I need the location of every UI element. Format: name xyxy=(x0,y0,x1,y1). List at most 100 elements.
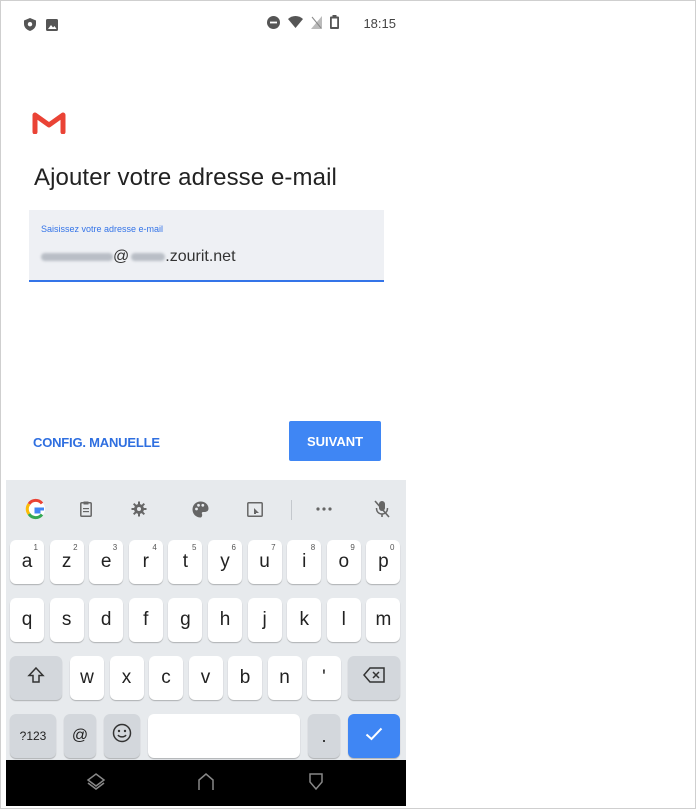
screen-icon[interactable] xyxy=(241,497,269,521)
google-icon[interactable] xyxy=(22,497,50,521)
key-o[interactable]: o9 xyxy=(326,540,361,584)
key-u[interactable]: u7 xyxy=(247,540,282,584)
enter-key[interactable] xyxy=(348,714,400,758)
key-w[interactable]: w xyxy=(70,656,104,700)
key-j[interactable]: j xyxy=(247,598,282,642)
key-label: y xyxy=(220,551,230,572)
space-key[interactable] xyxy=(148,714,300,758)
soft-keyboard: a 1 z 2 e 3 r 4 t 5 y 6 u 7 i 8 o 9 p 0 q s d f g h j k l m w x c v b n ' ?1… xyxy=(6,480,406,760)
gmail-logo xyxy=(32,110,66,139)
image-icon xyxy=(46,18,58,36)
key-y[interactable]: y6 xyxy=(208,540,242,584)
gear-icon[interactable] xyxy=(125,497,153,521)
key-hint: 7 xyxy=(271,543,276,552)
key-e[interactable]: e3 xyxy=(89,540,124,584)
more-icon[interactable] xyxy=(310,497,338,521)
emoji-key[interactable] xyxy=(104,714,140,758)
key-label: x xyxy=(121,667,132,688)
key-n[interactable]: n xyxy=(267,656,302,700)
key-apostrophe[interactable]: ' xyxy=(307,656,341,700)
key-m[interactable]: m xyxy=(366,598,401,642)
key-label: ' xyxy=(322,667,326,688)
key-label: u xyxy=(259,551,270,572)
emoji-icon xyxy=(112,723,132,749)
key-s[interactable]: s xyxy=(49,598,84,642)
keyboard-toolbar xyxy=(6,480,406,538)
key-c[interactable]: c xyxy=(149,656,183,700)
manual-config-button[interactable]: CONFIG. MANUELLE xyxy=(33,435,160,450)
home-icon[interactable] xyxy=(196,772,216,792)
redacted-username xyxy=(41,253,113,261)
key-k[interactable]: k xyxy=(287,598,322,642)
status-bar: 18:15 xyxy=(6,6,406,44)
key-label: d xyxy=(100,609,112,630)
key-v[interactable]: v xyxy=(188,656,223,700)
key-hint: 8 xyxy=(310,543,316,552)
key-label: p xyxy=(378,551,389,572)
key-x[interactable]: x xyxy=(109,656,144,700)
no-sim-icon xyxy=(311,15,323,32)
battery-icon xyxy=(330,15,340,32)
key-b[interactable]: b xyxy=(228,656,262,700)
key-label: v xyxy=(200,667,211,688)
key-q[interactable]: q xyxy=(10,598,44,642)
key-a[interactable]: a1 xyxy=(10,540,44,584)
clipboard-icon[interactable] xyxy=(72,497,100,521)
email-field[interactable]: Saisissez votre adresse e-mail @ .zourit… xyxy=(29,210,384,282)
dnd-icon xyxy=(267,15,281,32)
page-title: Ajouter votre adresse e-mail xyxy=(34,164,337,191)
key-label: f xyxy=(143,609,149,630)
shift-key[interactable] xyxy=(10,656,62,700)
key-label: q xyxy=(21,609,33,630)
next-button[interactable]: SUIVANT xyxy=(289,421,381,461)
key-hint: 4 xyxy=(152,543,157,552)
key-label: t xyxy=(182,551,189,572)
key-label: e xyxy=(100,551,112,572)
key-label: h xyxy=(219,609,231,630)
key-z[interactable]: z2 xyxy=(49,540,84,584)
symbols-key[interactable]: ?123 xyxy=(10,714,56,758)
key-label: g xyxy=(180,609,191,630)
key-label: m xyxy=(375,609,392,630)
at-key[interactable]: @ xyxy=(64,714,96,758)
key-label: b xyxy=(239,667,251,688)
key-label: w xyxy=(80,667,94,688)
shield-icon xyxy=(24,18,36,36)
redacted-domain xyxy=(131,253,166,261)
key-hint: 9 xyxy=(350,543,355,552)
layers-icon[interactable] xyxy=(86,772,106,792)
key-hint: 3 xyxy=(112,543,118,552)
key-f[interactable]: f xyxy=(128,598,163,642)
clock: 18:15 xyxy=(363,16,396,31)
key-label: c xyxy=(161,667,171,688)
key-label: k xyxy=(299,609,309,630)
backspace-key[interactable] xyxy=(348,656,400,700)
email-field-value[interactable]: @ .zourit.net xyxy=(41,248,236,266)
email-at-sign: @ xyxy=(113,248,130,265)
key-label: a xyxy=(21,551,33,572)
back-icon[interactable] xyxy=(306,772,326,792)
key-t[interactable]: t5 xyxy=(168,540,203,584)
key-label: r xyxy=(142,551,149,572)
checkmark-icon xyxy=(365,725,383,747)
key-p[interactable]: p0 xyxy=(366,540,401,584)
key-g[interactable]: g xyxy=(168,598,203,642)
backspace-icon xyxy=(363,667,385,689)
key-label: j xyxy=(262,609,267,630)
key-label: s xyxy=(61,609,72,630)
key-hint: 5 xyxy=(191,543,197,552)
phone-screen: 18:15 Ajouter votre adresse e-mail Saisi… xyxy=(6,6,406,806)
key-l[interactable]: l xyxy=(326,598,361,642)
key-hint: 6 xyxy=(231,543,236,552)
toolbar-divider xyxy=(291,500,292,520)
period-key[interactable]: . xyxy=(308,714,340,758)
key-hint: 0 xyxy=(389,543,395,552)
key-r[interactable]: r4 xyxy=(128,540,163,584)
key-h[interactable]: h xyxy=(208,598,242,642)
email-domain-suffix: .zourit.net xyxy=(165,248,236,265)
key-d[interactable]: d xyxy=(89,598,124,642)
email-field-label: Saisissez votre adresse e-mail xyxy=(41,224,164,234)
mic-off-icon[interactable] xyxy=(368,497,396,521)
palette-icon[interactable] xyxy=(186,497,214,521)
key-i[interactable]: i8 xyxy=(287,540,322,584)
